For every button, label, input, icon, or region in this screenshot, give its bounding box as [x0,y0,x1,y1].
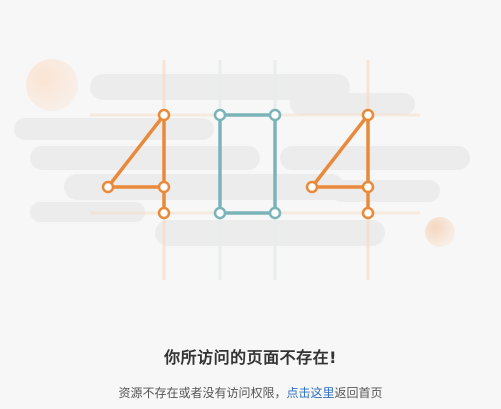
error-title: 你所访问的页面不存在! [164,348,337,367]
error-page: 你所访问的页面不存在! 资源不存在或者没有访问权限，点击这里返回首页 [0,0,501,409]
clouds [14,74,470,246]
description-suffix: 返回首页 [334,386,383,400]
description-prefix: 资源不存在或者没有访问权限， [118,386,287,400]
decorative-ball-large [26,59,78,111]
back-home-link[interactable]: 点击这里 [286,386,334,400]
decorative-ball-small [425,217,455,247]
error-description: 资源不存在或者没有访问权限，点击这里返回首页 [0,384,501,401]
404-illustration [14,59,470,280]
